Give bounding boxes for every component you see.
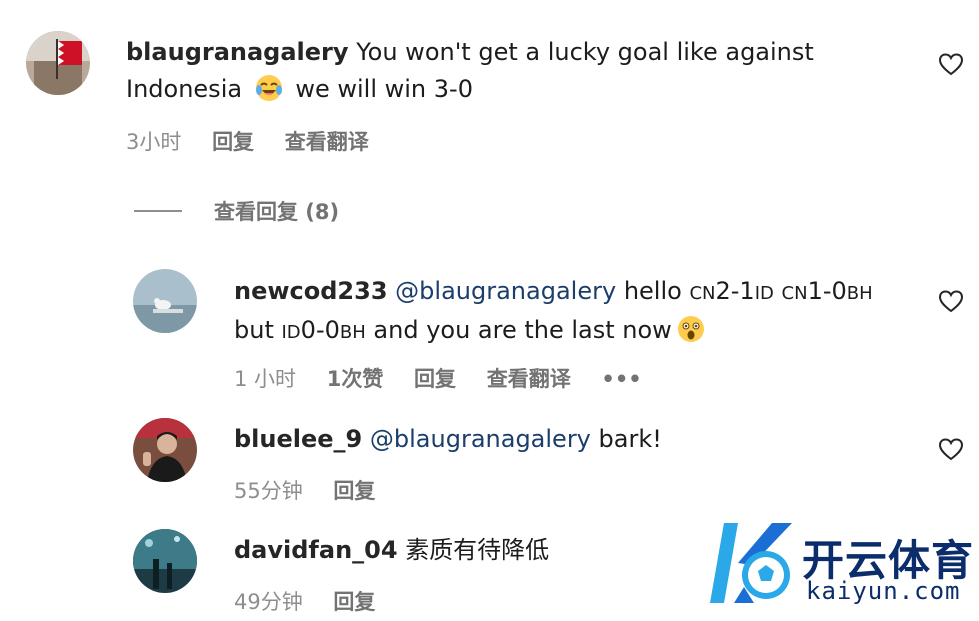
more-options-icon[interactable]: ••• xyxy=(601,367,641,391)
translate-button[interactable]: 查看翻译 xyxy=(487,367,571,391)
reply-text: davidfan_04 素质有待降低 xyxy=(234,532,694,569)
watermark-logo: 开云体育 kaiyun.com xyxy=(694,517,974,609)
username[interactable]: davidfan_04 xyxy=(234,536,398,564)
timestamp: 3小时 xyxy=(126,130,182,154)
reply-text: newcod233 @blaugranagalery hello CN2-1ID… xyxy=(234,273,924,351)
like-heart-icon[interactable] xyxy=(938,289,964,313)
comment-body-part2b: we will win 3-0 xyxy=(295,75,473,103)
flag-cn: CN xyxy=(689,283,716,304)
reply-meta: 1 小时 1次赞 回复 查看翻译 ••• xyxy=(234,363,666,393)
translate-button[interactable]: 查看翻译 xyxy=(285,130,369,154)
reply-button[interactable]: 回复 xyxy=(212,130,254,154)
comment-body-part2a: Indonesia xyxy=(126,75,243,103)
avatar-bahrain-flag-image xyxy=(26,31,90,95)
reply-body-b: but xyxy=(234,316,274,344)
reply-body: bark! xyxy=(598,425,662,453)
reply-button[interactable]: 回复 xyxy=(333,479,375,503)
flag-id: ID xyxy=(754,283,774,304)
view-replies-button[interactable]: 查看回复 (8) xyxy=(134,196,339,226)
reply-body-c: and you are the last now xyxy=(373,316,672,344)
score-1: 2-1 xyxy=(715,277,755,305)
reply-meta: 55分钟 回复 xyxy=(234,475,399,505)
likes-count[interactable]: 1次赞 xyxy=(327,367,384,391)
reply-button[interactable]: 回复 xyxy=(414,367,456,391)
watermark-domain: kaiyun.com xyxy=(806,577,961,605)
avatar[interactable] xyxy=(133,418,197,482)
username[interactable]: newcod233 xyxy=(234,277,388,305)
timestamp: 49分钟 xyxy=(234,590,303,614)
timestamp: 1 小时 xyxy=(234,367,297,391)
like-heart-icon[interactable] xyxy=(938,52,964,76)
flag-id: ID xyxy=(281,322,301,343)
shocked-face-emoji-icon xyxy=(676,314,706,344)
flag-bh: BH xyxy=(846,283,873,304)
avatar-person-image xyxy=(133,418,197,482)
timestamp: 55分钟 xyxy=(234,479,303,503)
mention-link[interactable]: @blaugranagalery xyxy=(395,277,616,305)
avatar-aquarium-image xyxy=(133,529,197,593)
like-heart-icon[interactable] xyxy=(938,437,964,461)
laughing-tears-emoji-icon xyxy=(254,73,284,103)
reply-text: bluelee_9 @blaugranagalery bark! xyxy=(234,421,924,458)
avatar[interactable] xyxy=(133,269,197,333)
flag-cn: CN xyxy=(781,283,808,304)
username[interactable]: bluelee_9 xyxy=(234,425,362,453)
divider-line xyxy=(134,210,182,212)
reply-body-a: hello xyxy=(623,277,682,305)
mention-link[interactable]: @blaugranagalery xyxy=(370,425,591,453)
avatar-seagull-image xyxy=(133,269,197,333)
comment-text: blaugranagalery You won't get a lucky go… xyxy=(126,34,886,108)
avatar[interactable] xyxy=(133,529,197,593)
flag-bh: BH xyxy=(339,322,366,343)
score-3: 0-0 xyxy=(300,316,340,344)
reply-body: 素质有待降低 xyxy=(405,536,550,564)
score-2: 1-0 xyxy=(807,277,847,305)
comment-meta: 3小时 回复 查看翻译 xyxy=(126,126,393,156)
comment-body-part1: You won't get a lucky goal like against xyxy=(356,38,814,66)
kaiyun-logo-icon xyxy=(710,523,792,603)
username[interactable]: blaugranagalery xyxy=(126,38,349,66)
reply-meta: 49分钟 回复 xyxy=(234,586,399,616)
view-replies-label: 查看回复 (8) xyxy=(214,200,340,224)
avatar[interactable] xyxy=(26,31,90,95)
reply-button[interactable]: 回复 xyxy=(333,590,375,614)
